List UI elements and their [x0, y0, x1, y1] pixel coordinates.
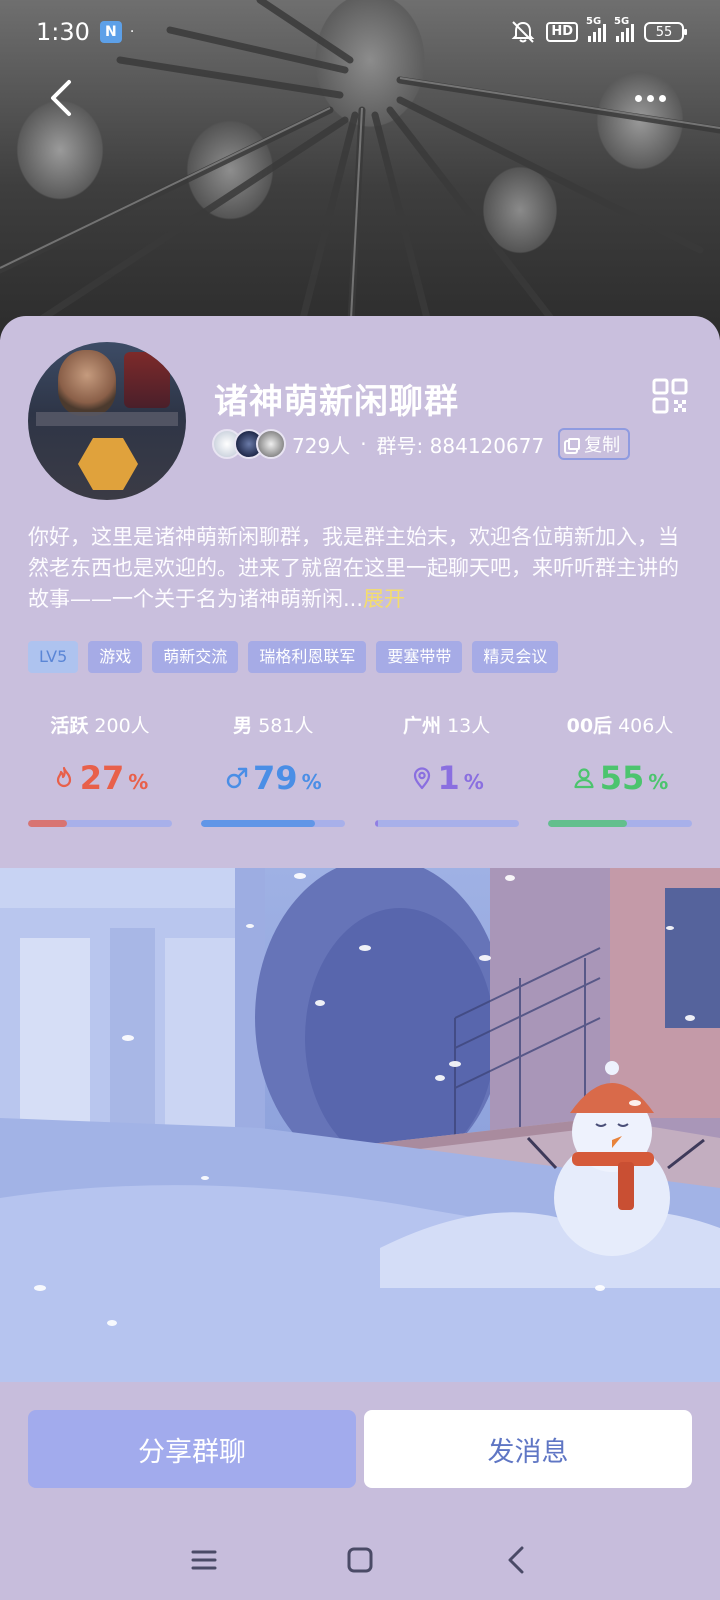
stat-age[interactable]: 00后 406人 55% [547, 712, 692, 827]
stat-title: 活跃 [50, 715, 89, 737]
background-illustration [0, 868, 720, 1382]
meta-separator: · [360, 432, 367, 456]
male-icon [226, 767, 248, 789]
stat-active[interactable]: 活跃 200人 27% [28, 712, 172, 827]
flame-icon [56, 766, 71, 788]
member-avatars[interactable] [212, 429, 286, 459]
group-avatar[interactable] [28, 342, 186, 500]
stat-count: 406人 [618, 715, 674, 737]
stat-count: 13人 [447, 715, 491, 737]
stat-percent-value: 27 [79, 759, 125, 797]
stat-progress-track [201, 820, 346, 827]
stat-percent: 1% [375, 758, 519, 798]
chevron-left-icon [508, 1546, 524, 1574]
member-stats: 活跃 200人 27% 男 581人 79% 广州 13人 1 % 00后 40… [28, 712, 692, 827]
stat-title: 00后 [566, 715, 613, 737]
qr-code-icon[interactable] [652, 378, 688, 414]
tag-chip[interactable]: 萌新交流 [152, 641, 239, 673]
menu-icon [191, 1550, 217, 1570]
tag-chip[interactable]: 瑞格利恩联军 [248, 641, 367, 673]
system-nav-bar [0, 1520, 720, 1600]
signal-icon: 5G [586, 16, 606, 42]
location-pin-icon [413, 767, 430, 790]
stat-percent: 79% [201, 758, 345, 798]
stat-percent-value: 79 [253, 759, 298, 797]
stat-location[interactable]: 广州 13人 1% [374, 712, 519, 827]
level-badge: LV5 [28, 641, 79, 673]
stat-progress-track [547, 820, 692, 827]
more-dot [658, 94, 666, 102]
battery-icon: 55 [644, 22, 687, 42]
stat-percent-unit: % [648, 770, 669, 794]
group-meta: 729人 · 群号: 884120677 复制 [212, 426, 631, 462]
stat-percent-unit: % [301, 770, 322, 794]
group-intro[interactable]: 你好，这里是诸神萌新闲聊群，我是群主始末，欢迎各位萌新加入，当然老东西也是欢迎的… [28, 522, 692, 615]
avatar-detail [36, 412, 178, 426]
status-bar: 1:30 N · HD 5G 5G 55 [0, 0, 720, 64]
back-button[interactable] [36, 74, 84, 122]
stat-progress-fill [28, 820, 67, 827]
avatar-hexagon [78, 438, 138, 490]
stat-percent-value: 55 [599, 759, 645, 797]
stat-progress-fill [547, 820, 628, 827]
copy-group-number-button[interactable]: 复制 [558, 428, 631, 460]
expand-link[interactable]: 展开 [363, 587, 405, 611]
stat-label: 00后 406人 [548, 712, 692, 740]
member-count[interactable]: 729人 [292, 430, 350, 459]
group-info-card: 诸神萌新闲聊群 729人 · 群号: 884120677 复制 你好，这里是诸神… [0, 316, 720, 868]
stat-percent: 55% [548, 758, 692, 798]
stat-progress-track [28, 820, 172, 827]
member-avatar [256, 429, 286, 459]
stat-title: 广州 [403, 715, 442, 737]
tag-list: LV5 游戏 萌新交流 瑞格利恩联军 要塞带带 精灵会议 [28, 641, 559, 673]
signal-icon: 5G [614, 16, 634, 42]
more-dot [646, 94, 654, 102]
tag-chip[interactable]: 精灵会议 [472, 641, 559, 673]
group-number: 群号: 884120677 [376, 433, 545, 458]
notification-dot: · [129, 24, 135, 40]
stat-progress-fill [201, 820, 316, 827]
stat-percent-unit: % [463, 770, 484, 794]
signal-label: 5G [586, 16, 602, 27]
tag-chip[interactable]: 游戏 [88, 641, 143, 673]
tag-chip[interactable]: 要塞带带 [376, 641, 463, 673]
share-group-button[interactable]: 分享群聊 [28, 1410, 356, 1488]
stat-label: 活跃 200人 [28, 712, 172, 740]
stat-progress-fill [374, 820, 378, 827]
person-icon [574, 768, 594, 789]
mute-bell-icon [511, 21, 535, 43]
more-dot [634, 94, 642, 102]
stat-progress-track [374, 820, 519, 827]
group-name: 诸神萌新闲聊群 [214, 382, 459, 422]
more-options-button[interactable] [620, 74, 680, 122]
stat-count: 200人 [94, 715, 150, 737]
home-square-icon [347, 1547, 373, 1573]
copy-icon [568, 438, 581, 450]
stat-label: 广州 13人 [375, 712, 519, 740]
send-message-button[interactable]: 发消息 [364, 1410, 692, 1488]
chevron-left-icon [51, 80, 71, 116]
copy-label: 复制 [584, 435, 621, 456]
stat-gender[interactable]: 男 581人 79% [201, 712, 346, 827]
stat-label: 男 581人 [201, 712, 345, 740]
signal-label: 5G [614, 16, 630, 27]
hd-voice-icon: HD [546, 22, 578, 42]
stat-count: 581人 [258, 715, 314, 737]
avatar-figure [58, 350, 116, 416]
home-button[interactable] [340, 1542, 380, 1578]
status-time: 1:30 [36, 18, 90, 46]
stat-title: 男 [233, 715, 253, 737]
system-back-button[interactable] [496, 1542, 536, 1578]
nfc-icon: N [99, 21, 122, 43]
stat-percent-value: 1 [437, 759, 460, 797]
intro-text: 你好，这里是诸神萌新闲聊群，我是群主始末，欢迎各位萌新加入，当然老东西也是欢迎的… [28, 525, 679, 611]
avatar-figure [124, 352, 170, 408]
recent-apps-button[interactable] [184, 1542, 224, 1578]
snow-scene-art [0, 868, 720, 1382]
stat-percent-unit: % [128, 770, 149, 794]
stat-percent: 27% [28, 758, 172, 798]
